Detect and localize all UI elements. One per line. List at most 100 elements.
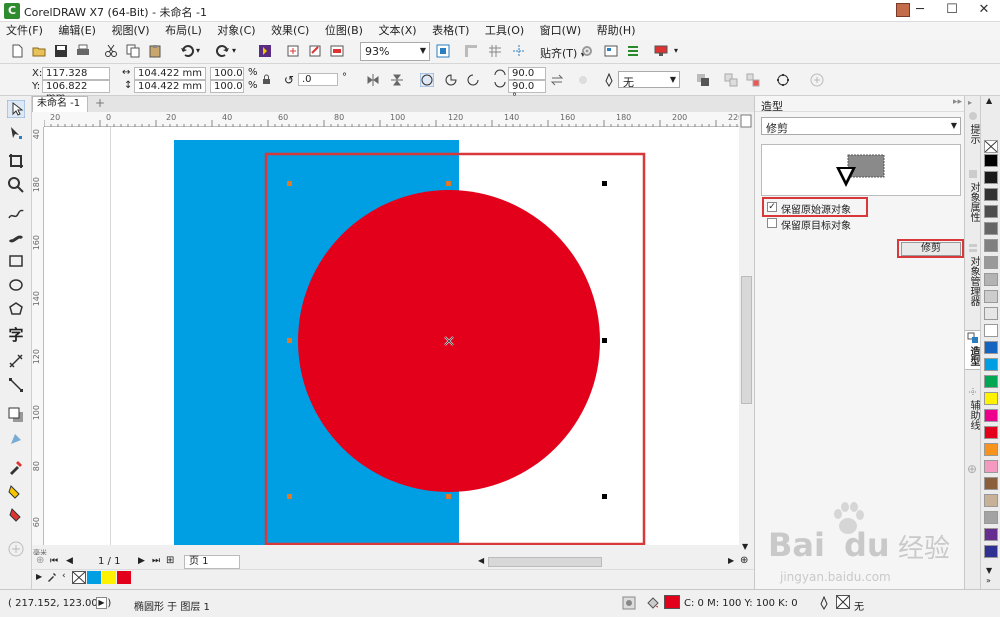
copy-icon[interactable] xyxy=(126,44,140,58)
palette-swatch[interactable] xyxy=(984,545,998,558)
color-eyedropper-tool-icon[interactable] xyxy=(7,458,25,476)
navigator-zoom-icon[interactable]: ⊕ xyxy=(740,555,748,566)
change-direction-icon[interactable] xyxy=(550,73,564,87)
convert-to-curves-icon[interactable] xyxy=(776,73,790,87)
color-proofing-icon[interactable] xyxy=(622,596,636,610)
palette-swatch[interactable] xyxy=(984,273,998,286)
palette-swatch[interactable] xyxy=(984,426,998,439)
ruler-origin[interactable] xyxy=(32,112,44,127)
outline-pen-icon[interactable] xyxy=(602,73,616,87)
menu-text[interactable]: 文本(X) xyxy=(372,22,422,39)
redo-icon[interactable] xyxy=(216,44,230,58)
doc-swatch-red[interactable] xyxy=(117,571,131,584)
zoom-to-page-icon[interactable] xyxy=(740,114,752,128)
undo-icon[interactable] xyxy=(180,44,194,58)
palette-swatch[interactable] xyxy=(984,171,998,184)
wrap-text-icon[interactable] xyxy=(576,73,590,87)
maximize-button[interactable]: ☐ xyxy=(936,0,968,22)
new-tab-button[interactable]: + xyxy=(92,96,108,112)
undo-dropdown-icon[interactable]: ▾ xyxy=(196,46,200,55)
horizontal-ruler[interactable]: 20 0 20 40 60 80 100 120 140 160 180 200… xyxy=(44,112,743,127)
interactive-fill-tool-icon[interactable] xyxy=(7,482,25,500)
first-page-icon[interactable]: ⏮ xyxy=(50,556,58,566)
doc-swatch-blue[interactable] xyxy=(87,571,101,584)
previous-page-icon[interactable]: ◀ xyxy=(66,556,73,566)
palette-swatch[interactable] xyxy=(984,290,998,303)
menu-view[interactable]: 视图(V) xyxy=(105,22,155,39)
minimize-button[interactable]: ─ xyxy=(904,0,936,22)
doc-swatch-yellow[interactable] xyxy=(102,571,116,584)
palette-swatch[interactable] xyxy=(984,307,998,320)
palette-swatch[interactable] xyxy=(984,528,998,541)
mirror-horizontal-icon[interactable] xyxy=(366,73,380,87)
x-position-input[interactable]: 117.328 mm xyxy=(42,67,110,90)
cut-icon[interactable] xyxy=(104,44,118,58)
outline-color-swatch[interactable] xyxy=(836,595,850,609)
add-page-end-icon[interactable]: ⊞ xyxy=(166,555,174,566)
palette-swatch[interactable] xyxy=(984,205,998,218)
export-icon[interactable] xyxy=(308,44,322,58)
smart-fill-tool-icon[interactable] xyxy=(7,506,25,524)
zoom-tool-icon[interactable] xyxy=(7,176,25,194)
scroll-down-icon[interactable]: ▼ xyxy=(742,542,748,551)
transparency-tool-icon[interactable] xyxy=(7,430,25,448)
artistic-media-tool-icon[interactable] xyxy=(7,228,25,246)
vertical-scroll-thumb[interactable] xyxy=(741,276,752,404)
tab-guidelines[interactable]: 辅助线 xyxy=(965,400,981,430)
menu-edit[interactable]: 编辑(E) xyxy=(52,22,102,39)
full-screen-preview-icon[interactable] xyxy=(436,44,450,58)
palette-swatch[interactable] xyxy=(984,358,998,371)
docker-collapse-icon[interactable]: ▸▸ xyxy=(953,97,962,107)
menu-effects[interactable]: 效果(C) xyxy=(265,22,315,39)
add-property-icon[interactable] xyxy=(810,73,824,87)
no-color-swatch[interactable] xyxy=(984,140,998,153)
ellipse-tool-icon[interactable] xyxy=(7,276,25,294)
rectangle-tool-icon[interactable] xyxy=(7,252,25,270)
new-document-icon[interactable] xyxy=(10,44,24,58)
snap-to-button[interactable]: 贴齐(T) ▾ xyxy=(540,45,585,61)
ellipse-mode-icon[interactable] xyxy=(420,73,434,87)
palette-swatch[interactable] xyxy=(984,477,998,490)
palette-swatch[interactable] xyxy=(984,341,998,354)
palette-swatch[interactable] xyxy=(984,392,998,405)
paste-icon[interactable] xyxy=(148,44,162,58)
menu-object[interactable]: 对象(C) xyxy=(211,22,261,39)
palette-swatch[interactable] xyxy=(984,239,998,252)
combine-icon[interactable] xyxy=(724,73,738,87)
horizontal-scroll-thumb[interactable] xyxy=(488,557,602,567)
document-tab[interactable]: 未命名 -1 xyxy=(32,96,88,112)
palette-swatch[interactable] xyxy=(984,494,998,507)
add-page-icon[interactable]: ⊕ xyxy=(36,555,44,566)
application-launcher-icon[interactable] xyxy=(626,44,640,58)
start-angle-input[interactable]: 90.0 ° xyxy=(508,67,546,90)
tab-hints[interactable]: 提示 xyxy=(965,124,981,144)
mirror-vertical-icon[interactable] xyxy=(390,73,404,87)
no-fill-swatch[interactable] xyxy=(72,571,86,584)
palette-swatch[interactable] xyxy=(984,409,998,422)
close-button[interactable]: ✕ xyxy=(968,0,1000,22)
tab-shaping[interactable]: 造型 xyxy=(965,346,981,366)
menu-table[interactable]: 表格(T) xyxy=(426,22,475,39)
import-icon[interactable] xyxy=(286,44,300,58)
palette-swatch[interactable] xyxy=(984,256,998,269)
rotation-angle-input[interactable]: .0 xyxy=(298,73,338,86)
add-tool-icon[interactable] xyxy=(7,540,25,558)
menu-tools[interactable]: 工具(O) xyxy=(479,22,530,39)
palette-swatch[interactable] xyxy=(984,188,998,201)
scroll-right-icon[interactable]: ▶ xyxy=(728,556,734,565)
palette-swatch[interactable] xyxy=(984,324,998,337)
parallel-dimension-tool-icon[interactable] xyxy=(7,352,25,370)
height-input[interactable]: 104.422 mm xyxy=(134,80,206,93)
save-icon[interactable] xyxy=(54,44,68,58)
welcome-screen-icon[interactable] xyxy=(604,44,618,58)
lock-ratio-icon[interactable] xyxy=(262,74,271,85)
tab-object-manager[interactable]: 对象管理器 xyxy=(965,256,981,306)
to-front-icon[interactable] xyxy=(696,73,710,87)
redo-dropdown-icon[interactable]: ▾ xyxy=(232,46,236,55)
palette-scroll-left-icon[interactable]: ‹ xyxy=(62,571,66,581)
menu-help[interactable]: 帮助(H) xyxy=(591,22,642,39)
keep-source-checkbox[interactable]: ✓ xyxy=(767,202,777,212)
polygon-tool-icon[interactable] xyxy=(7,300,25,318)
show-guidelines-icon[interactable] xyxy=(512,44,526,58)
palette-swatch[interactable] xyxy=(984,443,998,456)
